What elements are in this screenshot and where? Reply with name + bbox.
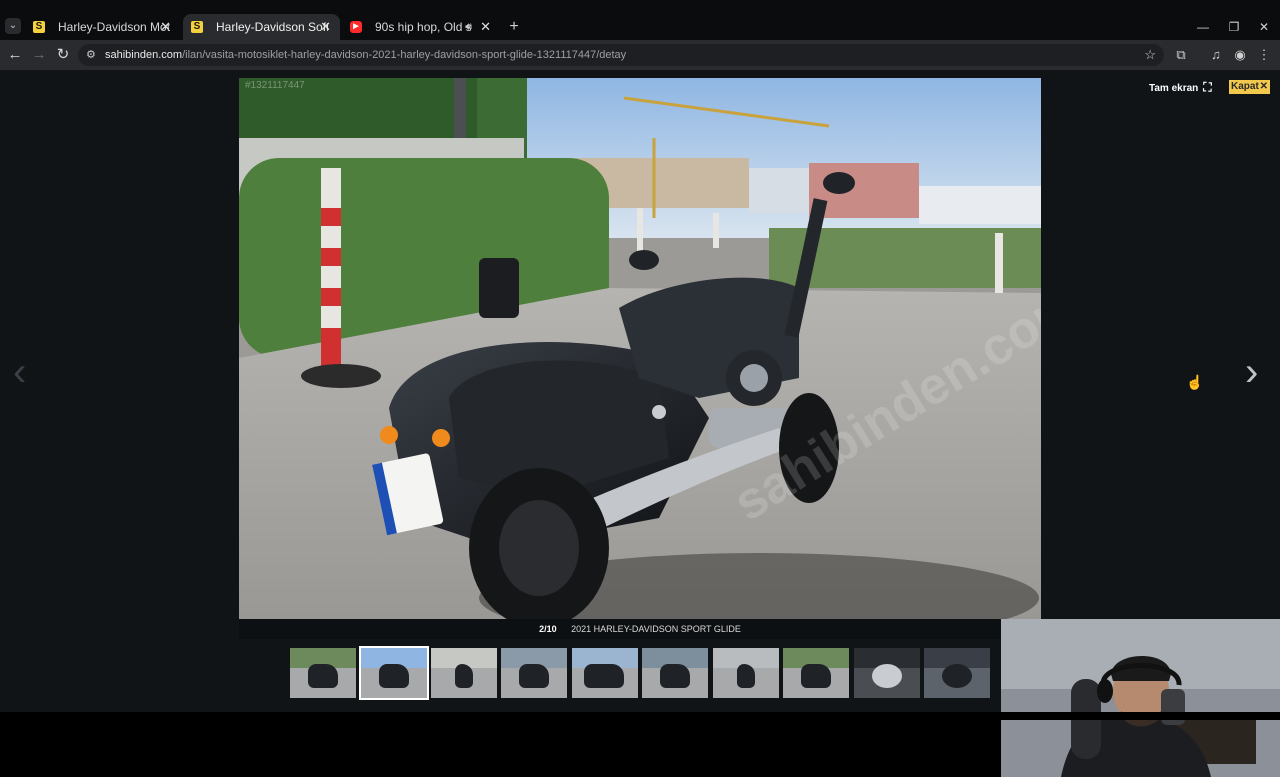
thumbnail-9[interactable]	[854, 648, 920, 698]
thumbnail-1[interactable]	[290, 648, 356, 698]
sahibinden-favicon-icon: S	[33, 21, 45, 33]
tab-title: Harley-Davidson Motosiklet Fiyatları	[58, 20, 170, 34]
tab-strip: ⌄ S Harley-Davidson Motosiklet Fiyatları…	[0, 0, 1280, 40]
new-tab-button[interactable]: +	[504, 14, 524, 40]
close-viewer-label: Kapat	[1231, 81, 1259, 92]
webcam-person-image	[1001, 619, 1280, 777]
sahibinden-favicon-icon: S	[191, 21, 203, 33]
close-tab-icon[interactable]: ✕	[480, 14, 491, 40]
photo-counter: 2/10	[539, 624, 557, 634]
address-bar[interactable]: ⚙ sahibinden.com/ilan/vasita-motosiklet-…	[78, 44, 1164, 66]
photo-title: 2021 HARLEY-DAVIDSON SPORT GLIDE	[571, 624, 741, 634]
webcam-overlay	[1001, 619, 1280, 777]
thumbnail-6[interactable]	[642, 648, 708, 698]
close-viewer-button[interactable]: Kapat ✕	[1229, 80, 1270, 94]
thumbnail-2[interactable]	[359, 646, 429, 700]
url-host: sahibinden.com	[105, 49, 183, 61]
menu-kebab-icon[interactable]: ⋮	[1253, 44, 1275, 66]
thumbnail-3[interactable]	[431, 648, 497, 698]
close-tab-icon[interactable]: ✕	[320, 14, 331, 40]
forward-arrow-icon[interactable]: →	[27, 43, 51, 67]
reload-icon[interactable]: ↻	[51, 43, 75, 67]
youtube-favicon-icon: ▶	[350, 21, 362, 33]
tab-youtube-music[interactable]: ▶ 90s hip hop, Old school NY 🔊︎ ✕	[342, 14, 500, 40]
window-close-icon[interactable]: ✕	[1249, 14, 1279, 40]
media-control-icon[interactable]: ♫	[1205, 44, 1227, 66]
site-info-icon[interactable]: ⚙	[86, 46, 96, 64]
minimize-icon[interactable]: —	[1188, 14, 1218, 40]
fullscreen-button[interactable]: Tam ekran ⛶	[1149, 80, 1212, 96]
thumbnail-7[interactable]	[713, 648, 779, 698]
url-text[interactable]: sahibinden.com/ilan/vasita-motosiklet-ha…	[105, 44, 626, 66]
tab-title: 90s hip hop, Old school NY	[375, 20, 471, 34]
taskbar-edge	[0, 712, 1280, 720]
browser-toolbar: ← → ↻ ⚙ sahibinden.com/ilan/vasita-motos…	[0, 40, 1280, 70]
tab-harley-prices[interactable]: S Harley-Davidson Motosiklet Fiyatları ✕	[25, 14, 180, 40]
photo-lightbox: #1321117447 sahibinden.com 2/10 2021 HAR…	[0, 70, 1280, 777]
next-photo-arrow-icon[interactable]: ›	[1245, 352, 1258, 392]
thumbnail-10[interactable]	[924, 648, 990, 698]
mouse-pointer-icon: ☝	[1186, 374, 1204, 390]
restore-icon[interactable]: ❐	[1219, 14, 1249, 40]
close-tab-icon[interactable]: ✕	[160, 14, 171, 40]
thumbnail-4[interactable]	[501, 648, 567, 698]
main-listing-photo[interactable]: #1321117447 sahibinden.com	[239, 78, 1041, 619]
photo-caption: 2/10 2021 HARLEY-DAVIDSON SPORT GLIDE	[239, 619, 1041, 639]
speaker-icon[interactable]: 🔊︎	[465, 14, 472, 40]
previous-photo-arrow-icon[interactable]: ‹	[13, 352, 26, 392]
listing-id-overlay: #1321117447	[245, 80, 305, 91]
fullscreen-label: Tam ekran	[1149, 83, 1199, 94]
tab-title: Harley-Davidson Softail Sport Glide	[216, 20, 328, 34]
profile-avatar-icon[interactable]: ◉	[1229, 44, 1251, 66]
motorcycle-photo-image	[239, 78, 1041, 619]
thumbnail-5[interactable]	[572, 648, 638, 698]
tab-sport-glide[interactable]: S Harley-Davidson Softail Sport Glide ✕	[183, 14, 340, 40]
thumbnail-8[interactable]	[783, 648, 849, 698]
expand-icon: ⛶	[1203, 80, 1212, 94]
url-path: /ilan/vasita-motosiklet-harley-davidson-…	[182, 49, 627, 61]
close-icon: ✕	[1259, 81, 1268, 92]
tab-search-button[interactable]: ⌄	[5, 18, 21, 34]
extensions-icon[interactable]: ⧉	[1170, 44, 1192, 66]
back-arrow-icon[interactable]: ←	[3, 43, 27, 67]
bookmark-star-icon[interactable]: ☆	[1144, 44, 1156, 66]
